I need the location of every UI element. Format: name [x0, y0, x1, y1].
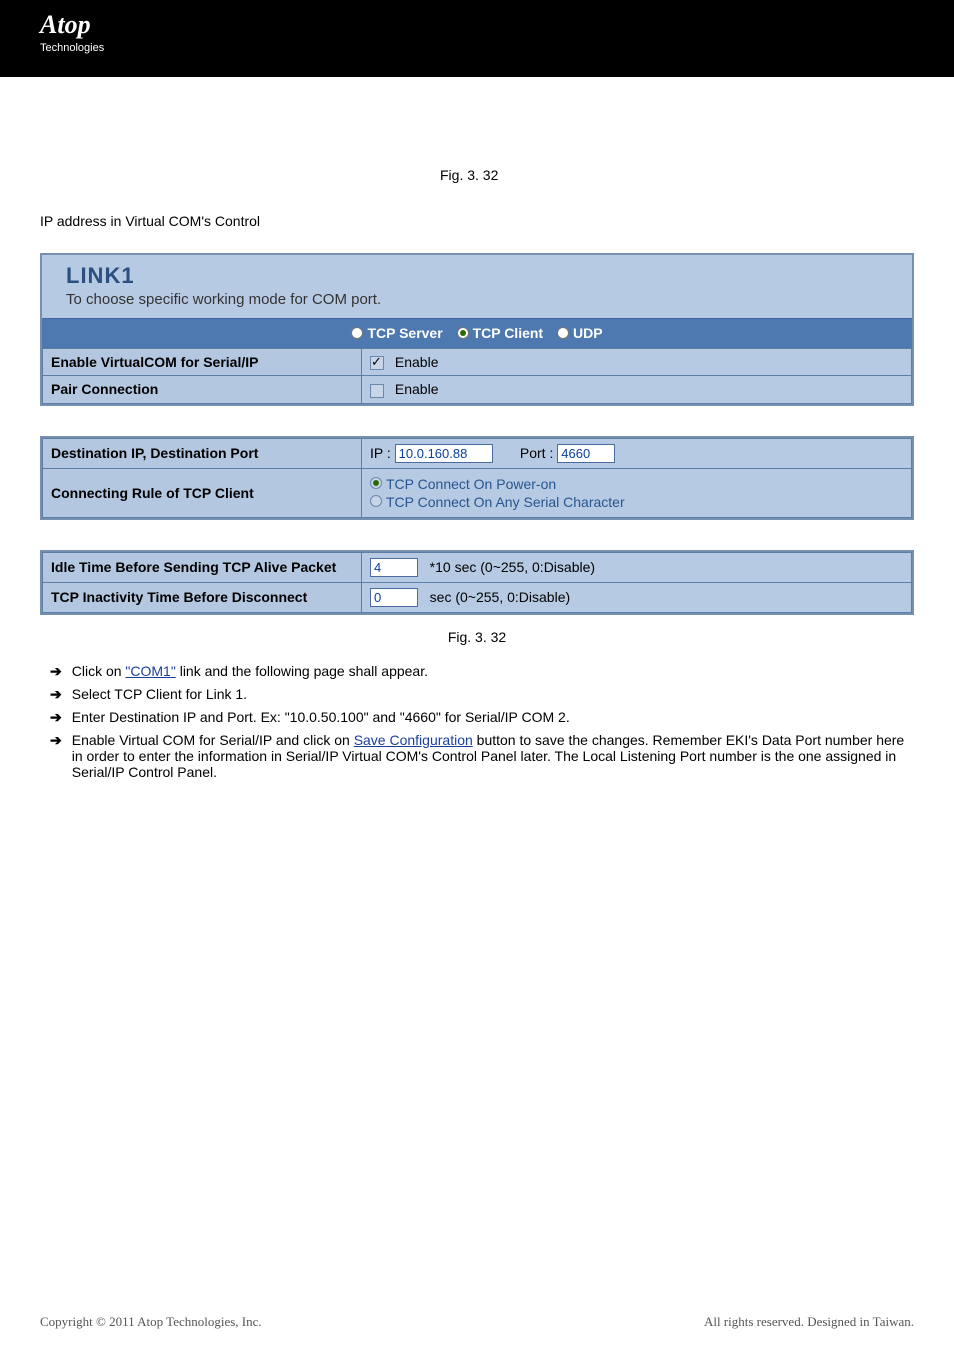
panel-title: LINK1 [66, 263, 888, 289]
bullet-4: ➔ Enable Virtual COM for Serial/IP and c… [50, 732, 914, 780]
rule-opt-anyserial[interactable]: TCP Connect On Any Serial Character [370, 494, 903, 510]
inact-value-cell: sec (0~255, 0:Disable) [362, 582, 912, 612]
rule-label: Connecting Rule of TCP Client [43, 468, 362, 517]
brand-sub: Technologies [40, 42, 914, 54]
port-prefix: Port : [520, 445, 553, 461]
checkbox-icon[interactable] [370, 356, 384, 370]
mode-label: TCP Server [367, 325, 442, 341]
dest-value-cell: IP : Port : [362, 438, 912, 468]
idle-value-cell: *10 sec (0~255, 0:Disable) [362, 552, 912, 582]
radio-icon [557, 327, 569, 339]
radio-icon [370, 477, 382, 489]
radio-icon [457, 327, 469, 339]
enable-text: Enable [395, 381, 439, 397]
arrow-icon: ➔ [50, 709, 62, 726]
bullet-2: ➔ Select TCP Client for Link 1. [50, 686, 914, 703]
radio-icon [370, 495, 382, 507]
inact-suffix: sec (0~255, 0:Disable) [430, 589, 570, 605]
inact-label: TCP Inactivity Time Before Disconnect [43, 582, 362, 612]
config-table-2: Destination IP, Destination Port IP : Po… [42, 438, 912, 518]
com1-link[interactable]: "COM1" [125, 663, 175, 679]
dest-ip-input[interactable] [395, 444, 493, 463]
dest-label: Destination IP, Destination Port [43, 438, 362, 468]
pair-value-cell: Enable [362, 376, 912, 403]
bullet-1: ➔ Click on "COM1" link and the following… [50, 663, 914, 680]
dest-port-input[interactable] [557, 444, 615, 463]
mode-udp[interactable]: UDP [557, 325, 603, 341]
idle-label: Idle Time Before Sending TCP Alive Packe… [43, 552, 362, 582]
radio-icon [351, 327, 363, 339]
mode-bar: TCP Server TCP Client UDP [42, 318, 912, 348]
rights: All rights reserved. Designed in Taiwan. [704, 1314, 914, 1330]
rule-value-cell: TCP Connect On Power-on TCP Connect On A… [362, 468, 912, 517]
inact-input[interactable] [370, 588, 418, 607]
link1-panel: LINK1 To choose specific working mode fo… [40, 253, 914, 406]
panel-subtitle: To choose specific working mode for COM … [66, 291, 888, 308]
intro-line: IP address in Virtual COM's Control [40, 213, 914, 229]
idle-suffix: *10 sec (0~255, 0:Disable) [430, 559, 595, 575]
bullet-text: Enable Virtual COM for Serial/IP and cli… [72, 732, 914, 780]
copyright: Copyright © 2011 Atop Technologies, Inc. [40, 1314, 262, 1330]
rule-opt-poweron[interactable]: TCP Connect On Power-on [370, 476, 903, 492]
timing-panel: Idle Time Before Sending TCP Alive Packe… [40, 550, 914, 615]
config-table-1: Enable VirtualCOM for Serial/IP Enable P… [42, 348, 912, 404]
rule-text: TCP Connect On Power-on [386, 476, 556, 492]
vcom-label: Enable VirtualCOM for Serial/IP [43, 349, 362, 376]
page-footer: Copyright © 2011 Atop Technologies, Inc.… [40, 1314, 914, 1330]
config-table-3: Idle Time Before Sending TCP Alive Packe… [42, 552, 912, 613]
mode-tcp-client[interactable]: TCP Client [457, 325, 544, 341]
ip-prefix: IP : [370, 445, 391, 461]
dest-panel: Destination IP, Destination Port IP : Po… [40, 436, 914, 520]
arrow-icon: ➔ [50, 663, 62, 680]
idle-input[interactable] [370, 558, 418, 577]
bullet-text: Select TCP Client for Link 1. [72, 686, 914, 703]
bullet-3: ➔ Enter Destination IP and Port. Ex: "10… [50, 709, 914, 726]
figure-ref-mid: Fig. 3. 32 [40, 629, 914, 645]
bullet-text: Click on "COM1" link and the following p… [72, 663, 914, 680]
pair-label: Pair Connection [43, 376, 362, 403]
save-config-link[interactable]: Save Configuration [354, 732, 473, 748]
mode-label: TCP Client [473, 325, 544, 341]
enable-text: Enable [395, 354, 439, 370]
arrow-icon: ➔ [50, 732, 62, 780]
bullet-text: Enter Destination IP and Port. Ex: "10.0… [72, 709, 914, 726]
arrow-icon: ➔ [50, 686, 62, 703]
mode-label: UDP [573, 325, 603, 341]
vcom-value-cell: Enable [362, 349, 912, 376]
rule-text: TCP Connect On Any Serial Character [386, 494, 625, 510]
checkbox-icon[interactable] [370, 384, 384, 398]
mode-tcp-server[interactable]: TCP Server [351, 325, 442, 341]
figure-ref-top: Fig. 3. 32 [440, 167, 914, 183]
brand-logo: Atop [40, 10, 914, 40]
